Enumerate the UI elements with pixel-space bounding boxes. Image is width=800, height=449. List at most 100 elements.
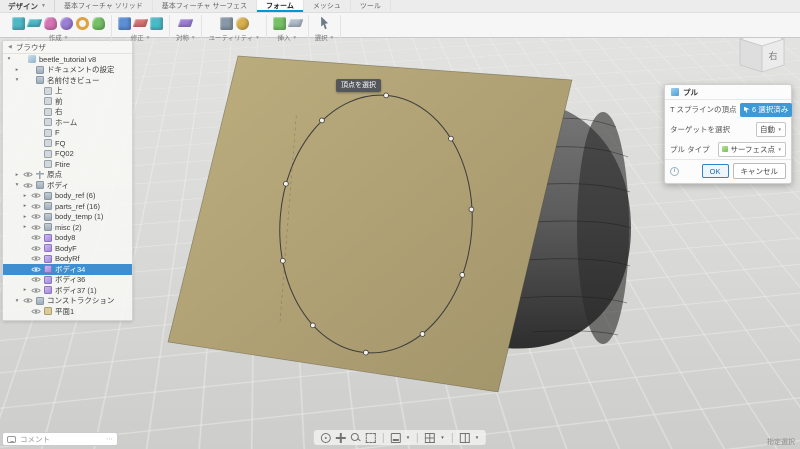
repair-body-icon[interactable] (235, 16, 249, 30)
edit-form-icon[interactable] (118, 16, 131, 30)
visibility-eye-icon[interactable] (31, 234, 41, 242)
expander-icon[interactable]: ▾ (14, 298, 20, 304)
toolbar-group-label[interactable]: 作成 ▼ (49, 32, 68, 43)
spline-vertex[interactable] (419, 331, 426, 337)
ribbon-tab[interactable]: ツール (351, 0, 391, 12)
chevron-down-icon[interactable]: ▼ (475, 435, 479, 440)
browser-header[interactable]: ◀ ブラウザ (3, 41, 132, 54)
browser-item[interactable]: BodyRf (3, 254, 132, 265)
browser-item[interactable]: ▸ ドキュメントの設定 (3, 65, 132, 76)
display-settings-icon[interactable] (390, 432, 401, 443)
visibility-eye-icon[interactable] (31, 244, 41, 252)
insert-mesh-icon[interactable] (272, 16, 286, 30)
expander-icon[interactable]: ▸ (22, 203, 28, 209)
toolbar-group-label[interactable]: 対称 ▼ (176, 32, 195, 43)
expander-icon[interactable]: ▸ (14, 67, 20, 73)
spline-vertex[interactable] (383, 92, 389, 99)
target-select-dropdown[interactable]: 自動 ▼ (756, 121, 786, 137)
plane-primitive-icon[interactable] (26, 19, 43, 27)
visibility-eye-icon[interactable] (31, 255, 41, 263)
toolbar-group-label[interactable]: ユーティリティ ▼ (208, 32, 259, 43)
visibility-eye-icon[interactable] (23, 297, 33, 305)
browser-item[interactable]: ▾ ボディ (3, 180, 132, 191)
spline-vertex[interactable] (468, 206, 475, 213)
browser-item[interactable]: ホーム (3, 117, 132, 128)
insert-svg-icon[interactable] (287, 19, 303, 27)
visibility-eye-icon[interactable] (23, 181, 33, 189)
browser-item[interactable]: ▾ beetle_tutorial v8 (3, 54, 132, 65)
browser-item[interactable]: ボディ34 (3, 264, 132, 275)
browser-item[interactable]: ▾ コンストラクション (3, 296, 132, 307)
display-mode-icon[interactable] (219, 16, 233, 30)
chevron-down-icon[interactable]: ▼ (440, 435, 444, 440)
sphere-primitive-icon[interactable] (60, 16, 73, 30)
browser-item[interactable]: body8 (3, 233, 132, 244)
visibility-eye-icon[interactable] (31, 265, 41, 273)
toolbar-group-label[interactable]: 挿入 ▼ (277, 32, 296, 43)
expander-icon[interactable]: ▸ (22, 214, 28, 220)
browser-item[interactable]: 上 (3, 86, 132, 97)
spline-vertex[interactable] (448, 135, 454, 142)
ok-button[interactable]: OK (701, 164, 729, 178)
insert-edge-icon[interactable] (132, 19, 149, 27)
expander-icon[interactable]: ▸ (22, 287, 28, 293)
browser-item[interactable]: F (3, 128, 132, 139)
fit-view-icon[interactable] (365, 432, 376, 443)
spline-vertex[interactable] (363, 349, 369, 356)
ribbon-tab[interactable]: 基本フィーチャ ソリッド (55, 0, 153, 12)
ribbon-tab[interactable]: 基本フィーチャ サーフェス (153, 0, 258, 12)
browser-item[interactable]: ▾ 名前付きビュー (3, 75, 132, 86)
expander-icon[interactable]: ▾ (14, 77, 20, 83)
visibility-eye-icon[interactable] (23, 171, 33, 179)
browser-item[interactable]: ▸ ボディ37 (1) (3, 285, 132, 296)
torus-primitive-icon[interactable] (76, 16, 89, 30)
browser-item[interactable]: ボディ36 (3, 275, 132, 286)
comment-menu-icon[interactable]: ⋯ (106, 435, 113, 443)
expander-icon[interactable]: ▾ (6, 56, 12, 62)
expander-icon[interactable]: ▸ (22, 224, 28, 230)
spline-vertex[interactable] (319, 117, 325, 124)
browser-item[interactable]: 平面1 (3, 306, 132, 317)
cancel-button[interactable]: キャンセル (732, 163, 786, 179)
ribbon-tab[interactable]: フォーム (257, 0, 304, 12)
spline-vertex[interactable] (459, 272, 466, 278)
workspace-switcher[interactable]: デザイン ▼ (0, 0, 55, 12)
visibility-eye-icon[interactable] (31, 307, 41, 315)
browser-item[interactable]: 前 (3, 96, 132, 107)
grid-settings-icon[interactable] (425, 432, 436, 443)
pan-icon[interactable] (335, 432, 346, 443)
visibility-eye-icon[interactable] (31, 223, 41, 231)
browser-item[interactable]: BodyF (3, 243, 132, 254)
browser-item[interactable]: FQ (3, 138, 132, 149)
zoom-icon[interactable] (350, 432, 361, 443)
info-icon[interactable]: i (670, 166, 679, 176)
chevron-down-icon[interactable]: ▼ (406, 435, 410, 440)
cylinder-primitive-icon[interactable] (44, 16, 57, 30)
browser-item[interactable]: FQ02 (3, 149, 132, 160)
visibility-eye-icon[interactable] (31, 192, 41, 200)
toolbar-group-label[interactable]: 修正 ▼ (131, 32, 150, 43)
expander-icon[interactable]: ▾ (14, 182, 20, 188)
box-primitive-icon[interactable] (12, 16, 25, 30)
expander-icon[interactable]: ▸ (22, 193, 28, 199)
visibility-eye-icon[interactable] (31, 286, 41, 294)
toolbar-group-label[interactable]: 選択 ▼ (315, 32, 334, 43)
comment-bar[interactable]: コメント ⋯ (2, 432, 118, 446)
comment-input[interactable]: コメント (20, 434, 50, 445)
browser-item[interactable]: 右 (3, 107, 132, 118)
collapse-panel-icon[interactable]: ◀ (8, 44, 12, 50)
viewports-icon[interactable] (459, 432, 470, 443)
browser-item[interactable]: ▸ body_ref (6) (3, 191, 132, 202)
visibility-eye-icon[interactable] (31, 213, 41, 221)
pipe-primitive-icon[interactable] (92, 16, 105, 30)
pull-type-dropdown[interactable]: サーフェス点 ▼ (717, 141, 786, 157)
spline-vertex[interactable] (280, 258, 286, 264)
spline-vertex[interactable] (310, 322, 316, 329)
browser-item[interactable]: ▸ 原点 (3, 170, 132, 181)
ribbon-tab[interactable]: メッシュ (304, 0, 351, 12)
select-tool-icon[interactable] (321, 16, 329, 30)
dialog-header[interactable]: プル (665, 85, 791, 100)
visibility-eye-icon[interactable] (31, 276, 41, 284)
expander-icon[interactable]: ▸ (14, 172, 20, 178)
orbit-icon[interactable] (320, 432, 331, 443)
